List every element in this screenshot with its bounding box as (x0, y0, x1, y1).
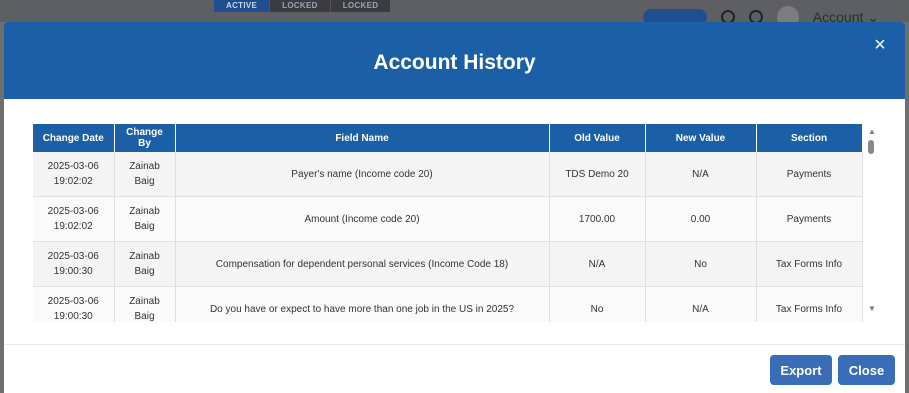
cell-change-date: 2025-03-06 19:00:30 (33, 241, 115, 287)
footer-divider (4, 344, 905, 345)
cell-field-name: Amount (Income code 20) (175, 196, 550, 242)
bg-tab-active[interactable]: ACTIVE (214, 0, 270, 12)
cell-section: Tax Forms Info (756, 241, 863, 287)
cell-section: Payments (756, 152, 863, 197)
cell-change-date: 2025-03-06 19:00:30 (33, 286, 115, 322)
cell-change-date: 2025-03-06 19:02:02 (33, 152, 115, 197)
cell-old-value: N/A (549, 241, 646, 287)
column-header-new-value: New Value (645, 124, 757, 152)
table-row: 2025-03-06 19:02:02 Zainab Baig Payer's na… (33, 152, 863, 197)
cell-change-by: Zainab Baig (114, 196, 176, 242)
scroll-down-arrow-icon[interactable]: ▼ (868, 304, 876, 313)
close-icon[interactable]: × (871, 35, 889, 55)
table-row: 2025-03-06 19:00:30 Zainab Baig Compensati… (33, 241, 863, 287)
account-history-modal: Account History × Change Date Change By … (4, 22, 905, 393)
scroll-up-arrow-icon[interactable]: ▲ (868, 127, 876, 136)
column-header-change-date: Change Date (33, 124, 115, 152)
cell-new-value: N/A (645, 152, 757, 197)
close-button[interactable]: Close (838, 355, 895, 385)
table-header-row: Change Date Change By Field Name Old Val… (33, 124, 863, 152)
bg-tab-locked-2[interactable]: LOCKED (329, 0, 391, 12)
cell-new-value: No (645, 241, 757, 287)
modal-header: Account History × (4, 22, 905, 99)
cell-new-value: N/A (645, 286, 757, 322)
cell-field-name: Compensation for dependent personal serv… (175, 241, 550, 287)
bg-tab-locked-1[interactable]: LOCKED (269, 0, 330, 12)
column-header-old-value: Old Value (549, 124, 646, 152)
table-row: 2025-03-06 19:00:30 Zainab Baig Do you hav… (33, 286, 863, 322)
cell-old-value: No (549, 286, 646, 322)
background-app-bar: ACTIVE LOCKED LOCKED Account ⌄ (0, 0, 909, 28)
modal-title: Account History (373, 51, 536, 74)
export-button[interactable]: Export (770, 355, 832, 385)
cell-field-name: Payer's name (Income code 20) (175, 152, 550, 197)
table-scrollbar[interactable]: ▲ ▼ (866, 124, 878, 322)
column-header-field-name: Field Name (175, 124, 550, 152)
history-table-container[interactable]: Change Date Change By Field Name Old Val… (33, 124, 879, 322)
history-table: Change Date Change By Field Name Old Val… (33, 124, 863, 322)
cell-change-by: Zainab Baig (114, 286, 176, 322)
background-tabs: ACTIVE LOCKED LOCKED (214, 0, 391, 12)
column-header-change-by: Change By (114, 124, 176, 152)
cell-change-date: 2025-03-06 19:02:02 (33, 196, 115, 242)
cell-change-by: Zainab Baig (114, 152, 176, 197)
cell-old-value: TDS Demo 20 (549, 152, 646, 197)
scroll-thumb[interactable] (868, 140, 874, 154)
column-header-section: Section (756, 124, 863, 152)
cell-section: Tax Forms Info (756, 286, 863, 322)
table-row: 2025-03-06 19:02:02 Zainab Baig Amount (In… (33, 196, 863, 242)
cell-field-name: Do you have or expect to have more than … (175, 286, 550, 322)
cell-change-by: Zainab Baig (114, 241, 176, 287)
cell-new-value: 0.00 (645, 196, 757, 242)
cell-section: Payments (756, 196, 863, 242)
cell-old-value: 1700.00 (549, 196, 646, 242)
